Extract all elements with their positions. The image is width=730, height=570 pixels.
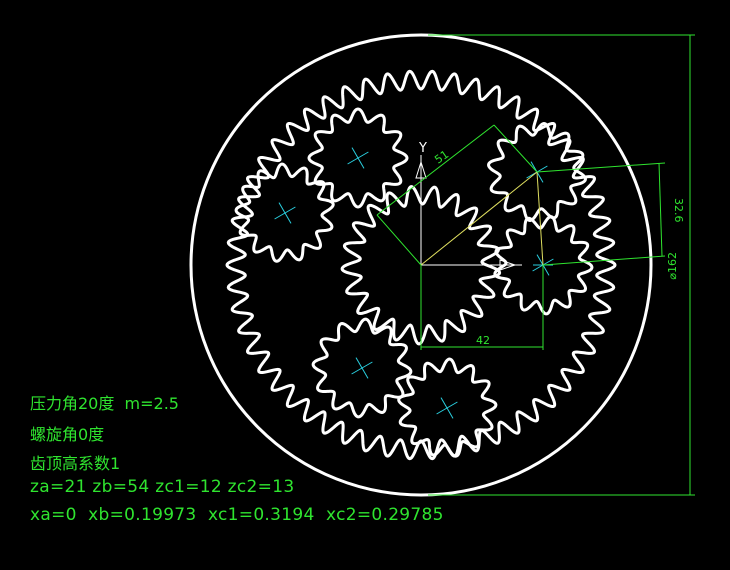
dimension-extension-4 [542, 255, 666, 266]
dimension-line-32-6 [658, 162, 663, 257]
dimension-extension-1 [376, 214, 422, 266]
center-line-planet-to-planet [536, 171, 544, 266]
center-line-sun-to-planet [420, 171, 538, 266]
planet-gear-bottom-left-center-mark [351, 357, 373, 379]
note-addendum-coefficient: 齿顶高系数1 [30, 454, 121, 473]
dimension-extension-3 [536, 162, 666, 173]
dimension-diameter-label: ⌀162 [666, 252, 679, 280]
note-shift-coefficients: xa=0 xb=0.19973 xc1=0.3194 xc2=0.29785 [30, 505, 444, 525]
planet-gear-left-center-mark [274, 202, 296, 224]
note-teeth-counts: za=21 zb=54 zc1=12 zc2=13 [30, 477, 295, 497]
planet-gear-top-center-mark [347, 147, 369, 169]
note-helix-angle: 螺旋角0度 [30, 425, 105, 444]
dimension-horizontal-label: 42 [476, 334, 490, 347]
y-axis-label: Y [418, 141, 427, 156]
note-pressure-angle-module: 压力角20度 m=2.5 [30, 394, 179, 413]
dimension-offset-label: 32.6 [672, 198, 685, 223]
planet-gear-bottom-center-mark [436, 397, 458, 419]
dimension-center-distance-label: 51 [432, 148, 451, 167]
